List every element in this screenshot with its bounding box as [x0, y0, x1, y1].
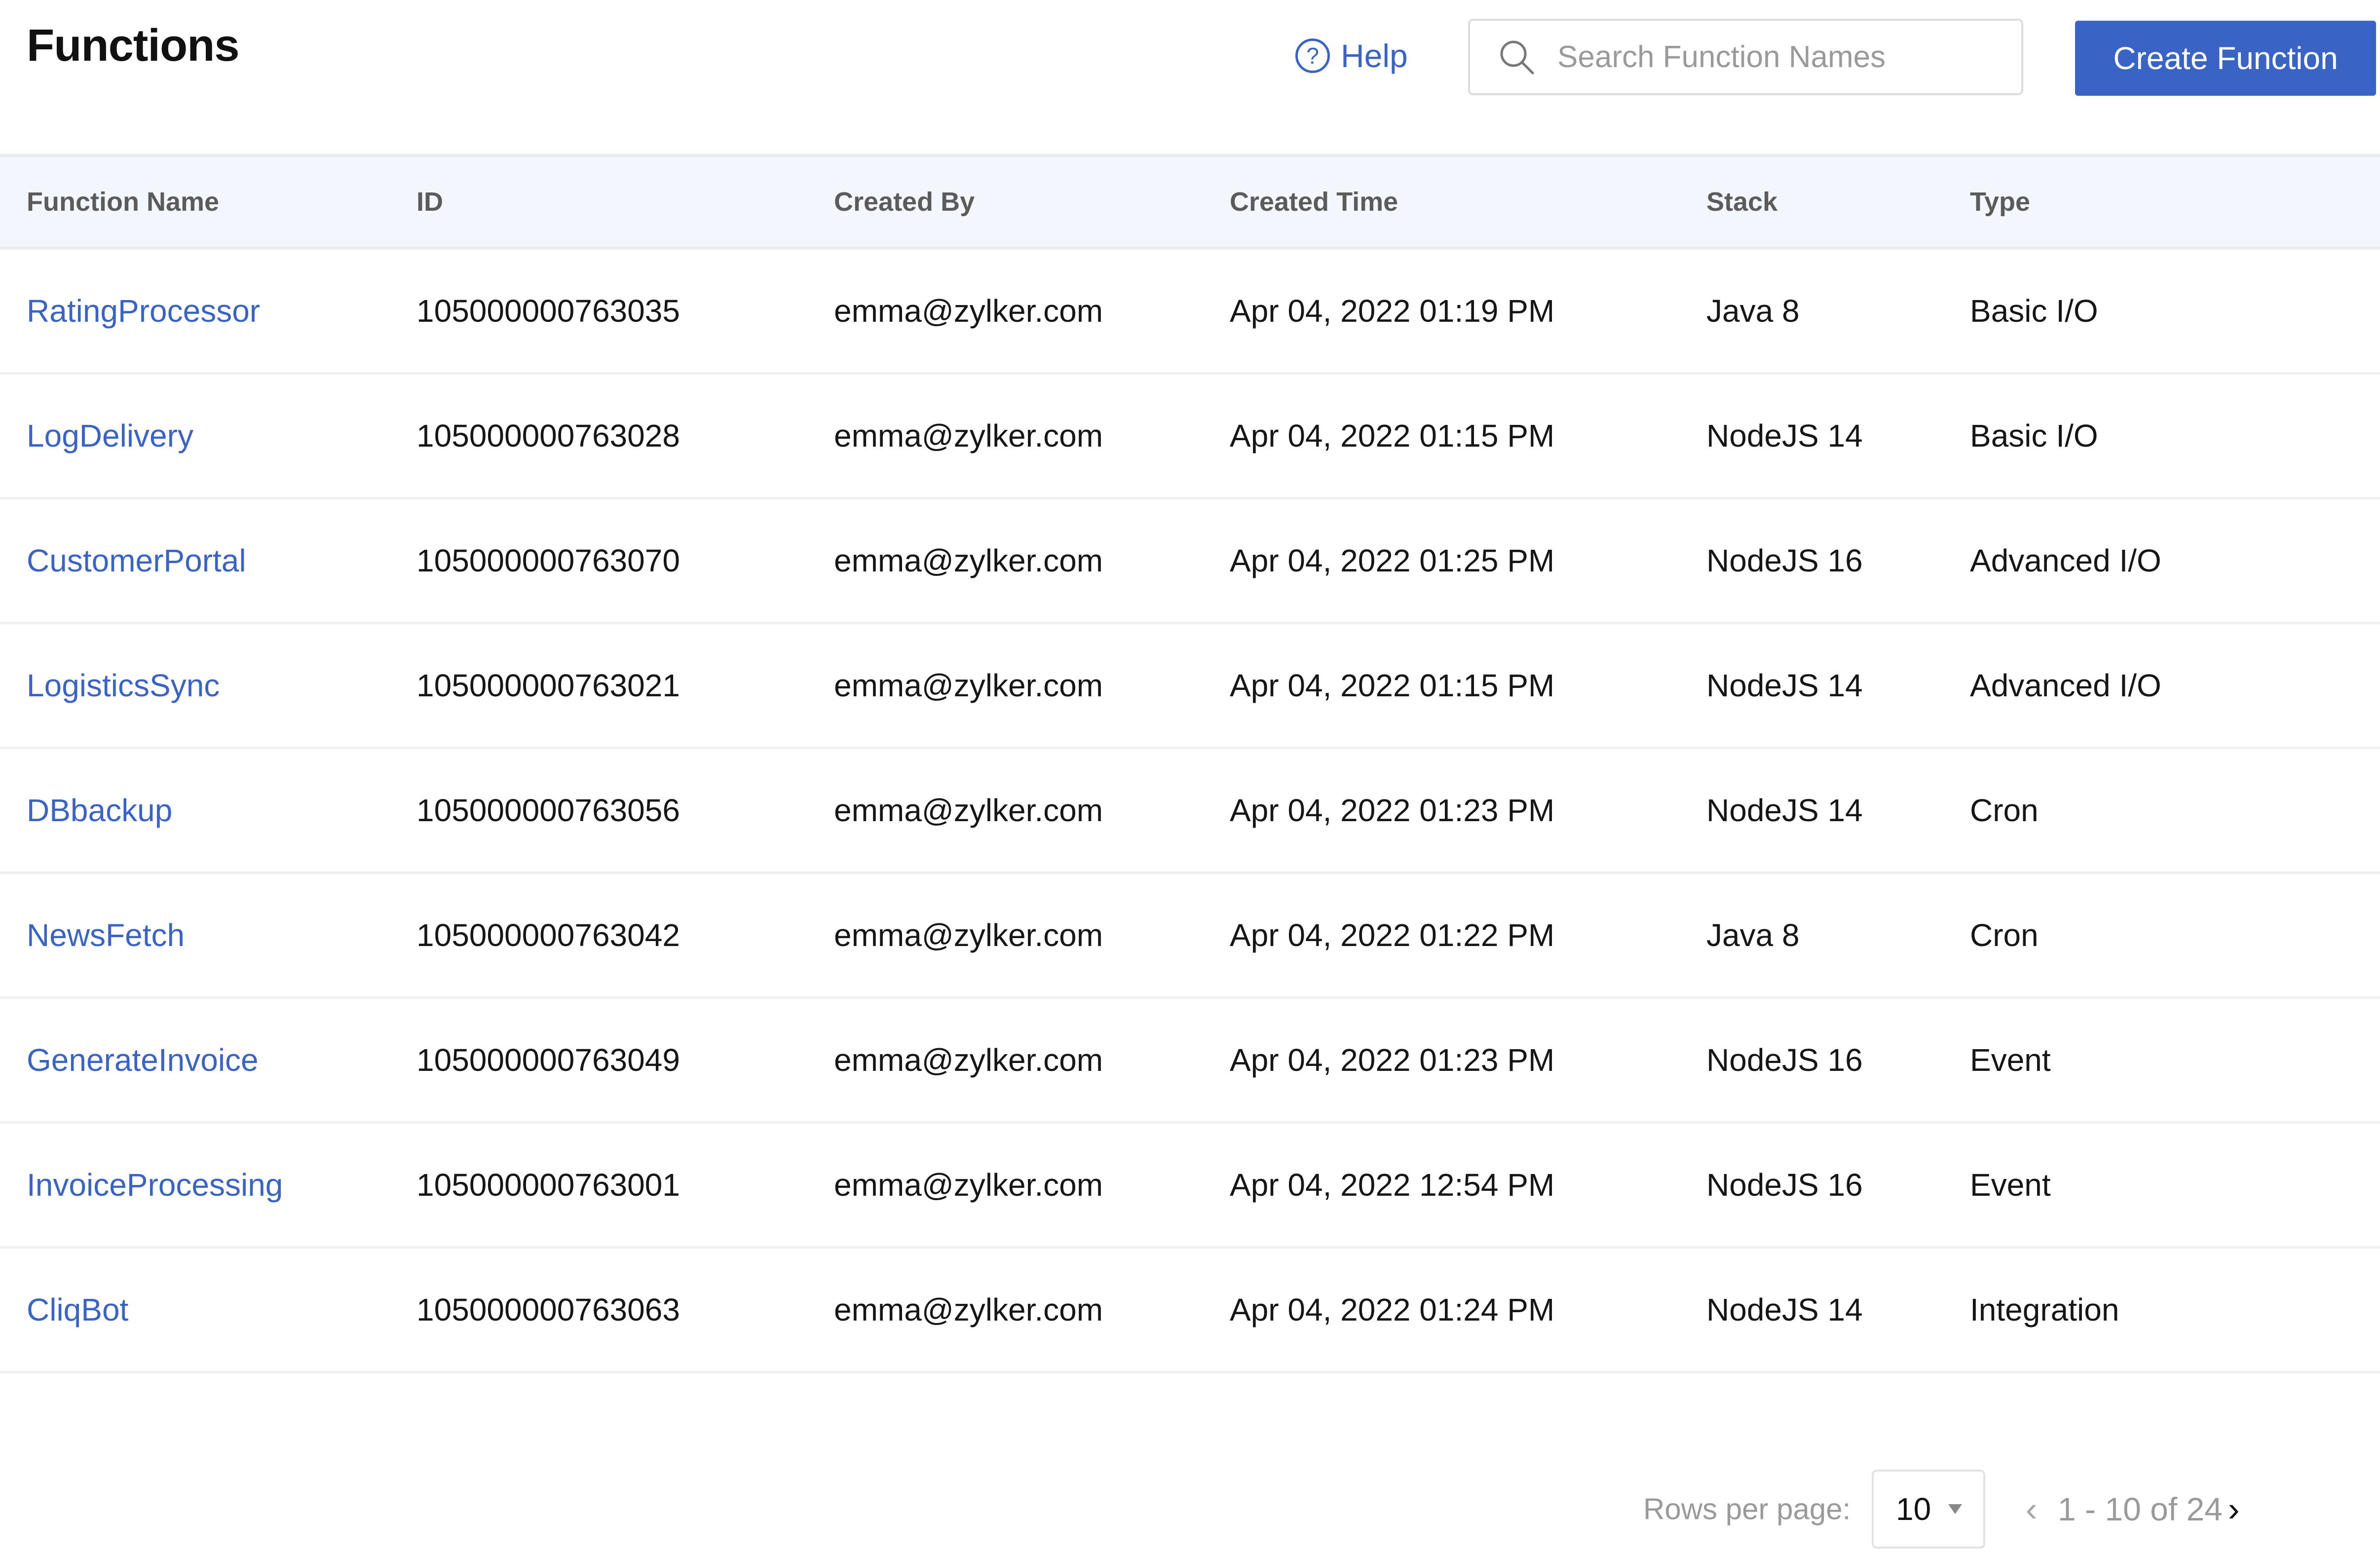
help-label: Help: [1341, 38, 1408, 74]
function-id: 105000000763049: [416, 1042, 680, 1078]
stack: NodeJS 16: [1706, 1042, 1863, 1078]
function-type: Advanced I/O: [1970, 668, 2161, 703]
stack: NodeJS 16: [1706, 1167, 1863, 1203]
column-header-created-time[interactable]: Created Time: [1230, 187, 1398, 217]
created-by: emma@zylker.com: [834, 917, 1103, 953]
created-time: Apr 04, 2022 01:24 PM: [1230, 1292, 1555, 1327]
function-name-link[interactable]: LogisticsSync: [27, 667, 220, 704]
function-name-link[interactable]: CustomerPortal: [27, 542, 246, 579]
function-id: 105000000763001: [416, 1167, 680, 1203]
function-type: Cron: [1970, 917, 2039, 953]
function-name-link[interactable]: GenerateInvoice: [27, 1042, 259, 1078]
stack: Java 8: [1706, 917, 1800, 953]
table-row[interactable]: RatingProcessor 105000000763035 emma@zylke…: [0, 250, 2380, 375]
table-row[interactable]: GenerateInvoice 105000000763049 emma@zylke…: [0, 999, 2380, 1124]
created-time: Apr 04, 2022 12:54 PM: [1230, 1167, 1555, 1203]
stack: NodeJS 14: [1706, 793, 1863, 828]
function-id: 105000000763070: [416, 543, 680, 578]
created-by: emma@zylker.com: [834, 668, 1103, 703]
created-by: emma@zylker.com: [834, 1167, 1103, 1203]
rows-per-page-label: Rows per page:: [1643, 1492, 1851, 1526]
table-row[interactable]: LogisticsSync 105000000763021 emma@zylker.…: [0, 624, 2380, 749]
created-by: emma@zylker.com: [834, 418, 1103, 454]
function-type: Basic I/O: [1970, 418, 2098, 454]
function-name-link[interactable]: LogDelivery: [27, 417, 193, 454]
table-row[interactable]: CustomerPortal 105000000763070 emma@zylker…: [0, 499, 2380, 624]
question-circle-icon: ?: [1295, 38, 1330, 73]
column-header-function-name[interactable]: Function Name: [27, 187, 219, 217]
column-header-stack[interactable]: Stack: [1706, 187, 1777, 217]
created-by: emma@zylker.com: [834, 293, 1103, 329]
table-header: Function Name ID Created By Created Time…: [0, 154, 2380, 250]
create-function-button[interactable]: Create Function: [2075, 21, 2376, 96]
function-id: 105000000763021: [416, 668, 680, 703]
function-type: Integration: [1970, 1292, 2119, 1327]
created-time: Apr 04, 2022 01:15 PM: [1230, 418, 1555, 454]
search-input[interactable]: [1556, 39, 2012, 75]
page-title: Functions: [27, 20, 240, 71]
rows-per-page-select[interactable]: 10: [1872, 1470, 1985, 1549]
column-header-created-by[interactable]: Created By: [834, 187, 975, 217]
function-id: 105000000763042: [416, 917, 680, 953]
created-time: Apr 04, 2022 01:19 PM: [1230, 293, 1555, 329]
table-body: RatingProcessor 105000000763035 emma@zylke…: [0, 250, 2380, 1373]
help-link[interactable]: ? Help: [1295, 37, 1408, 75]
created-time: Apr 04, 2022 01:23 PM: [1230, 793, 1555, 828]
page-range: 1 - 10 of 24: [2058, 1491, 2223, 1527]
stack: NodeJS 14: [1706, 1292, 1863, 1327]
function-type: Event: [1970, 1167, 2051, 1203]
function-id: 105000000763028: [416, 418, 680, 454]
chevron-right-icon[interactable]: ›: [2228, 1489, 2239, 1529]
function-name-link[interactable]: CliqBot: [27, 1291, 128, 1328]
search-icon: [1497, 38, 1537, 77]
rows-per-page-value: 10: [1896, 1491, 1931, 1527]
created-time: Apr 04, 2022 01:22 PM: [1230, 917, 1555, 953]
function-type: Cron: [1970, 793, 2039, 828]
caret-down-icon: [1948, 1504, 1963, 1514]
table-row[interactable]: DBbackup 105000000763056 emma@zylker.com Ap…: [0, 749, 2380, 874]
created-time: Apr 04, 2022 01:15 PM: [1230, 668, 1555, 703]
pagination: Rows per page: 10 ‹ 1 - 10 of 24 ›: [0, 1470, 2380, 1549]
table-row[interactable]: CliqBot 105000000763063 emma@zylker.com Apr…: [0, 1249, 2380, 1373]
search-box[interactable]: [1468, 19, 2023, 95]
function-id: 105000000763035: [416, 293, 680, 329]
column-header-type[interactable]: Type: [1970, 187, 2030, 217]
stack: NodeJS 14: [1706, 668, 1863, 703]
created-by: emma@zylker.com: [834, 1042, 1103, 1078]
stack: NodeJS 16: [1706, 543, 1863, 578]
created-by: emma@zylker.com: [834, 793, 1103, 828]
function-name-link[interactable]: InvoiceProcessing: [27, 1167, 283, 1203]
created-by: emma@zylker.com: [834, 543, 1103, 578]
stack: NodeJS 14: [1706, 418, 1863, 454]
chevron-left-icon[interactable]: ‹: [2026, 1489, 2037, 1529]
function-id: 105000000763063: [416, 1292, 680, 1327]
function-name-link[interactable]: NewsFetch: [27, 917, 185, 953]
function-name-link[interactable]: DBbackup: [27, 792, 172, 829]
table-row[interactable]: InvoiceProcessing 105000000763001 emma@zyl…: [0, 1124, 2380, 1249]
function-type: Basic I/O: [1970, 293, 2098, 329]
functions-table: Function Name ID Created By Created Time…: [0, 154, 2380, 1373]
table-row[interactable]: NewsFetch 105000000763042 emma@zylker.com A…: [0, 874, 2380, 999]
function-type: Event: [1970, 1042, 2051, 1078]
function-name-link[interactable]: RatingProcessor: [27, 293, 260, 329]
created-by: emma@zylker.com: [834, 1292, 1103, 1327]
created-time: Apr 04, 2022 01:23 PM: [1230, 1042, 1555, 1078]
table-row[interactable]: LogDelivery 105000000763028 emma@zylker.co…: [0, 375, 2380, 499]
column-header-id[interactable]: ID: [416, 187, 443, 217]
function-id: 105000000763056: [416, 793, 680, 828]
stack: Java 8: [1706, 293, 1800, 329]
created-time: Apr 04, 2022 01:25 PM: [1230, 543, 1555, 578]
function-type: Advanced I/O: [1970, 543, 2161, 578]
